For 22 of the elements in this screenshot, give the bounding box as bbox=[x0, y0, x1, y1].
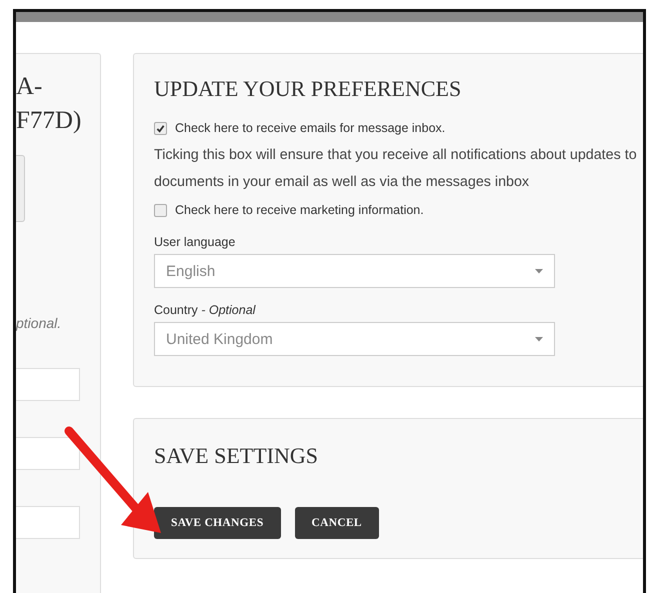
input-field[interactable] bbox=[16, 368, 80, 401]
description-text: Ticking this box will ensure that you receive all notifications about updates to documents in your email as well as via the messages inbox bbox=[154, 146, 638, 192]
cancel-button[interactable]: CANCEL bbox=[294, 507, 379, 539]
field-label: User language bbox=[154, 235, 236, 249]
side-button[interactable] bbox=[16, 155, 25, 222]
section-heading: SAVE SETTINGS bbox=[154, 442, 318, 470]
optional-note: ptional. bbox=[16, 315, 62, 331]
panel-title: A- bbox=[16, 72, 42, 102]
caret-icon bbox=[535, 268, 543, 274]
caret-icon bbox=[535, 336, 543, 342]
section-heading: UPDATE YOUR PREFERENCES bbox=[154, 75, 462, 103]
checkbox-label[interactable]: Check here to receive marketing information. bbox=[175, 203, 424, 217]
select-field[interactable]: English bbox=[154, 254, 555, 288]
checkbox-label[interactable]: Check here to receive emails for message inbox. bbox=[175, 121, 446, 135]
select-field[interactable]: United Kingdom bbox=[154, 322, 555, 356]
input-field[interactable] bbox=[16, 506, 80, 539]
checkbox[interactable] bbox=[154, 204, 167, 216]
panel-title: F77D) bbox=[16, 106, 82, 136]
save-button[interactable]: SAVE CHANGES bbox=[154, 507, 281, 539]
input-field[interactable] bbox=[16, 437, 80, 470]
field-label: Country - Optional bbox=[154, 303, 256, 317]
checkbox[interactable] bbox=[154, 122, 167, 134]
